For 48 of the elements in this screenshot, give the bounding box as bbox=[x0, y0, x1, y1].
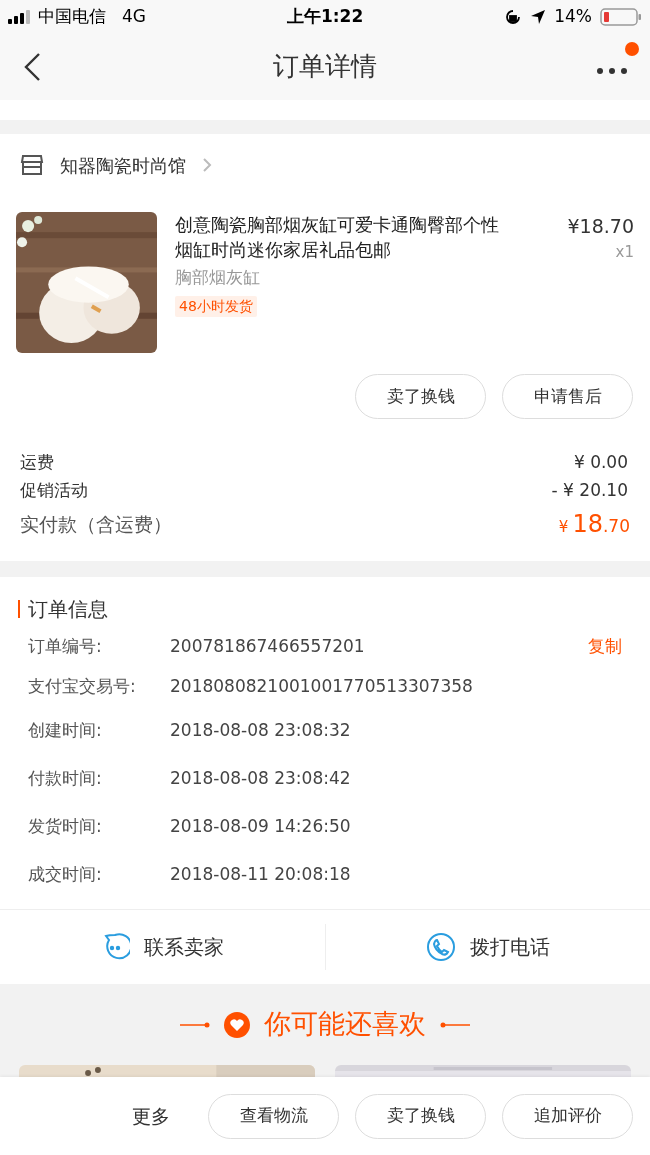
phone-icon bbox=[425, 932, 456, 962]
info-value: 200781867466557201 bbox=[170, 635, 366, 659]
fee-value: ¥ 0.00 bbox=[573, 451, 629, 475]
info-label: 订单编号: bbox=[28, 635, 103, 659]
clock-time: 上午1:22 bbox=[286, 4, 364, 28]
more-link[interactable]: 更多 bbox=[132, 1101, 170, 1131]
section-accent-bar bbox=[18, 600, 20, 618]
info-value: 2018-08-11 20:08:18 bbox=[170, 863, 352, 887]
battery-percent: 14% bbox=[554, 4, 592, 28]
left-dot-line-icon bbox=[180, 1021, 210, 1028]
shop-name: 知器陶瓷时尚馆 bbox=[60, 153, 186, 178]
store-icon bbox=[20, 154, 44, 176]
contact-button[interactable]: 拨打电话 bbox=[324, 924, 650, 970]
right-dot-line-icon bbox=[440, 1021, 470, 1028]
fee-value: - ¥ 20.10 bbox=[551, 479, 629, 503]
info-label: 支付宝交易号: bbox=[28, 675, 137, 699]
info-label: 发货时间: bbox=[28, 815, 103, 839]
info-value: 2018080821001001770513307358 bbox=[170, 675, 474, 699]
shop-row[interactable]: 知器陶瓷时尚馆 bbox=[0, 134, 650, 196]
battery-icon bbox=[600, 7, 642, 26]
location-arrow-icon bbox=[530, 8, 547, 25]
carrier-name: 中国电信 bbox=[38, 4, 106, 28]
product-quantity: x1 bbox=[615, 241, 634, 263]
page-title: 订单详情 bbox=[273, 50, 377, 83]
info-value: 2018-08-08 23:08:42 bbox=[170, 767, 352, 791]
info-label: 创建时间: bbox=[28, 719, 103, 743]
product-title: 创意陶瓷胸部烟灰缸可爱卡通陶臀部个性烟缸时尚迷你家居礼品包邮 bbox=[175, 213, 500, 262]
info-label: 付款时间: bbox=[28, 767, 103, 791]
more-dots-icon bbox=[596, 67, 628, 75]
back-chevron-icon bbox=[23, 52, 41, 82]
network-type: 4G bbox=[122, 4, 146, 28]
chevron-right-icon bbox=[202, 157, 212, 173]
info-value: 2018-08-09 14:26:50 bbox=[170, 815, 352, 839]
recommend-title: 你可能还喜欢 bbox=[264, 1007, 426, 1042]
shipping-tag: 48小时发货 bbox=[175, 295, 257, 317]
fee-label: 促销活动 bbox=[20, 479, 88, 503]
contact-button[interactable]: 联系卖家 bbox=[0, 910, 325, 984]
total-label: 实付款（含运费） bbox=[20, 511, 172, 537]
fee-label: 运费 bbox=[20, 451, 54, 475]
total-decimal: .70 bbox=[602, 515, 630, 538]
total-currency: ¥ bbox=[558, 517, 569, 538]
section-title: 订单信息 bbox=[28, 596, 108, 623]
info-label: 成交时间: bbox=[28, 863, 103, 887]
product-variant: 胸部烟灰缸 bbox=[175, 266, 260, 289]
product-price: ¥18.70 bbox=[567, 214, 634, 239]
info-value: 2018-08-08 23:08:32 bbox=[170, 719, 352, 743]
rotation-lock-icon bbox=[504, 7, 523, 26]
total-integer: 18 bbox=[572, 509, 603, 540]
